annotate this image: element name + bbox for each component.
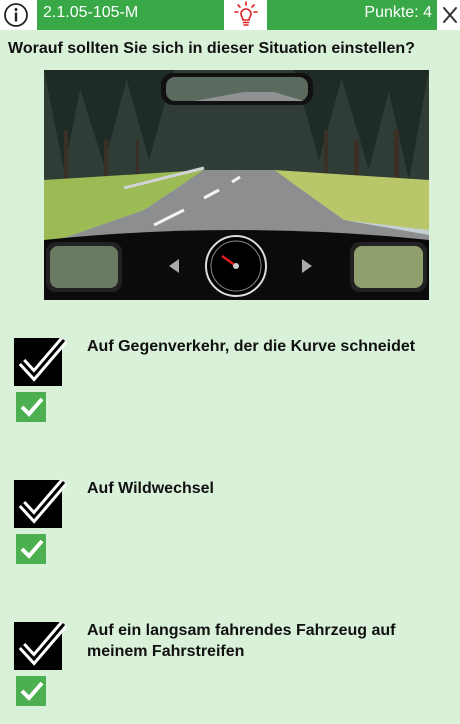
answer-text: Auf Gegenverkehr, der die Kurve schneide… xyxy=(87,338,416,355)
checkbox-checked-icon xyxy=(14,337,68,386)
correct-mark xyxy=(15,676,49,706)
answer-checkbox[interactable] xyxy=(12,476,70,532)
info-icon xyxy=(4,3,28,27)
answer-checkbox[interactable] xyxy=(12,618,70,674)
situation-image xyxy=(44,70,429,300)
correct-check-icon xyxy=(16,676,46,706)
answer-checkbox[interactable] xyxy=(12,334,70,390)
correct-check-icon xyxy=(16,534,46,564)
checkbox-checked-icon xyxy=(14,621,68,670)
answer-text: Auf Wildwechsel xyxy=(87,480,214,497)
hint-button[interactable] xyxy=(225,0,267,30)
checkbox-checked-icon xyxy=(14,479,68,528)
top-bar: 2.1.05-105-M Punkte: 4 xyxy=(0,0,460,30)
correct-mark xyxy=(15,534,49,564)
correct-mark xyxy=(15,392,49,422)
close-icon xyxy=(443,7,457,23)
answer-text: Auf ein langsam fahrendes Fahrzeug auf m… xyxy=(87,622,396,660)
info-button[interactable] xyxy=(3,2,29,28)
question-code: 2.1.05-105-M xyxy=(37,0,224,30)
points-label: Punkte: 4 xyxy=(267,0,437,30)
correct-check-icon xyxy=(16,392,46,422)
close-button[interactable] xyxy=(441,2,459,28)
question-text: Worauf sollten Sie sich in dieser Situat… xyxy=(8,40,415,57)
lightbulb-icon xyxy=(234,1,258,26)
